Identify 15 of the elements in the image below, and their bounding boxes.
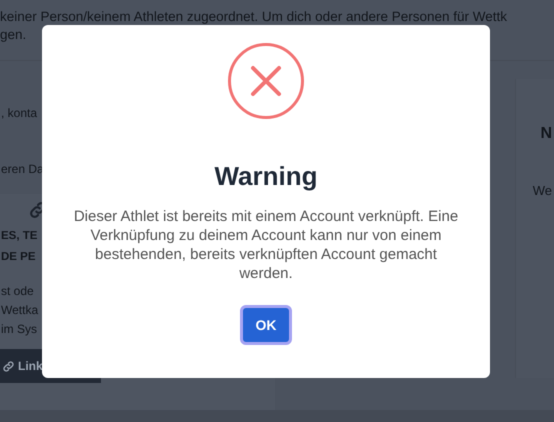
- card-text: Wettka: [1, 302, 38, 319]
- card-heading: ES, TE: [1, 229, 38, 244]
- dialog-title: Warning: [214, 161, 318, 192]
- notice-text: keiner Person/keinem Athleten zugeordnet. Um dich oder andere Personen für Wettk: [0, 8, 508, 26]
- card-text: st ode: [1, 283, 34, 300]
- notice-text: gen.: [0, 26, 26, 44]
- card-text: We: [532, 183, 552, 198]
- ok-button[interactable]: OK: [240, 305, 292, 345]
- description-text: , konta: [0, 106, 38, 120]
- card-text: im Sys: [1, 321, 37, 338]
- error-icon: [227, 42, 305, 120]
- card-heading: N: [540, 125, 552, 143]
- card-heading: DE PE: [1, 250, 36, 265]
- link-icon: [2, 360, 15, 372]
- dialog-message: Dieser Athlet ist bereits mit einem Account verknüpft. Eine Verknüpfung zu deinem Account kann nur von einem bestehenden, bereits verknüpften Account gemacht werden.: [72, 207, 460, 283]
